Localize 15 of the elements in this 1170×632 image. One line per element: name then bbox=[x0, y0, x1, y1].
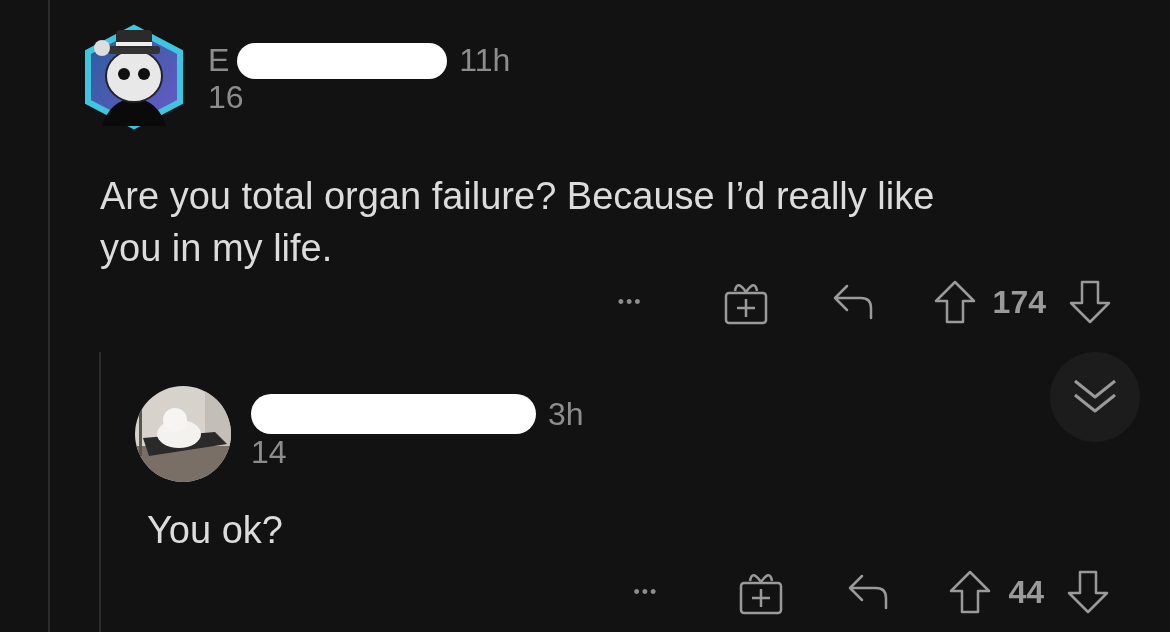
username[interactable]: E bbox=[208, 42, 230, 79]
downvote-icon[interactable] bbox=[1066, 569, 1110, 615]
more-options-button[interactable]: ••• bbox=[617, 291, 643, 313]
comment-text: Are you total organ failure? Because I’d really like you in my life. bbox=[100, 174, 936, 271]
karma-count: 14 bbox=[251, 434, 288, 470]
more-options-button[interactable]: ••• bbox=[633, 581, 659, 603]
comment-age: 11h bbox=[459, 42, 511, 79]
upvote-icon[interactable] bbox=[948, 569, 993, 615]
comment-text: You ok? bbox=[147, 508, 284, 553]
vote-count: 174 bbox=[992, 283, 1046, 321]
comment-age: 3h bbox=[548, 395, 584, 433]
upvote-icon[interactable] bbox=[932, 279, 977, 325]
karma-count: 16 bbox=[208, 79, 245, 115]
vote-count: 44 bbox=[1008, 573, 1044, 611]
downvote-icon[interactable] bbox=[1068, 279, 1112, 325]
